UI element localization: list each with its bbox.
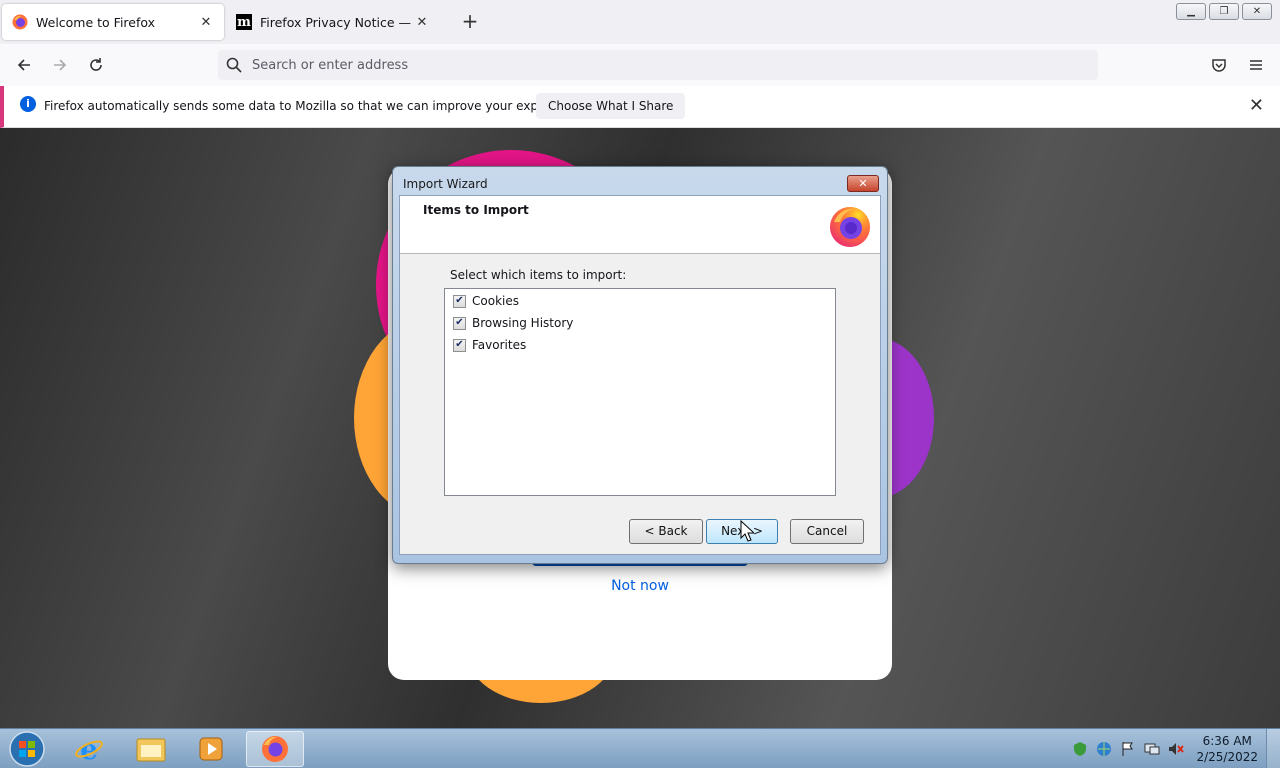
hamburger-menu-icon	[1250, 60, 1262, 70]
not-now-link[interactable]: Not now	[388, 578, 892, 594]
back-arrow-icon	[17, 59, 30, 71]
cancel-wizard-button[interactable]: Cancel	[790, 519, 864, 544]
windows-start-icon[interactable]	[4, 730, 50, 768]
show-desktop-button[interactable]	[1266, 729, 1280, 768]
app-menu-button[interactable]	[1243, 52, 1269, 78]
file-explorer-icon[interactable]	[122, 731, 180, 767]
wizard-header: Items to Import	[400, 196, 880, 254]
back-wizard-button[interactable]: < Back	[629, 519, 703, 544]
wizard-heading: Items to Import	[423, 203, 529, 217]
search-icon	[226, 57, 242, 73]
list-item-favorites[interactable]: ✔ Favorites	[453, 337, 526, 353]
dialog-title: Import Wizard	[403, 177, 488, 191]
internet-explorer-icon[interactable]: e	[60, 731, 118, 767]
list-item-cookies[interactable]: ✔ Cookies	[453, 293, 519, 309]
tab-close-icon[interactable]: ✕	[198, 15, 214, 30]
data-notification-bar: i Firefox automatically sends some data …	[0, 86, 1280, 128]
navigation-toolbar	[0, 44, 1280, 86]
window-controls: ▁ ❐ ✕	[1176, 3, 1272, 20]
tab-privacy-notice[interactable]: m Firefox Privacy Notice — Mozilla ✕	[226, 4, 440, 40]
network-globe-icon[interactable]	[1096, 741, 1112, 757]
tab-close-icon[interactable]: ✕	[414, 15, 430, 30]
dialog-close-button[interactable]: ✕	[847, 175, 879, 192]
notification-message: Firefox automatically sends some data to…	[44, 99, 587, 113]
item-label: Browsing History	[472, 316, 574, 330]
system-tray	[1072, 741, 1184, 757]
minimize-button[interactable]: ▁	[1176, 3, 1206, 20]
mouse-cursor-icon	[740, 520, 754, 542]
import-wizard-dialog: Import Wizard ✕ Items to Import Select w…	[392, 166, 888, 564]
reload-button[interactable]	[83, 52, 109, 78]
dialog-body: Items to Import Select which items to im…	[399, 195, 881, 555]
firefox-icon	[12, 14, 28, 30]
restore-button[interactable]: ❐	[1209, 3, 1239, 20]
info-icon: i	[20, 96, 36, 112]
select-items-prompt: Select which items to import:	[450, 268, 627, 282]
tab-welcome-to-firefox[interactable]: Welcome to Firefox ✕	[2, 4, 224, 40]
address-input[interactable]	[252, 57, 1052, 73]
firefox-logo-icon	[828, 204, 872, 248]
tab-strip: Welcome to Firefox ✕ m Firefox Privacy N…	[0, 0, 1280, 44]
import-items-list: ✔ Cookies ✔ Browsing History ✔ Favorites	[444, 288, 836, 496]
forward-button[interactable]	[47, 52, 73, 78]
new-tab-button[interactable]: +	[458, 10, 482, 34]
choose-what-i-share-button[interactable]: Choose What I Share	[536, 93, 686, 119]
pocket-button[interactable]	[1206, 52, 1232, 78]
checkbox-cookies[interactable]: ✔	[453, 294, 466, 308]
tab-title: Firefox Privacy Notice — Mozilla	[260, 14, 414, 30]
action-center-flag-icon[interactable]	[1120, 741, 1136, 757]
media-player-icon[interactable]	[182, 731, 240, 767]
taskbar-clock[interactable]: 6:36 AM 2/25/2022	[1196, 733, 1258, 765]
close-notification-icon[interactable]: ✕	[1249, 95, 1264, 116]
pocket-icon	[1212, 59, 1226, 72]
clock-time: 6:36 AM	[1202, 734, 1252, 748]
item-label: Cookies	[472, 294, 519, 308]
item-label: Favorites	[472, 338, 527, 352]
security-shield-icon[interactable]	[1072, 741, 1088, 757]
windows-taskbar: e 6:36 AM 2/25/2022	[0, 728, 1280, 768]
firefox-icon[interactable]	[246, 731, 304, 767]
checkbox-favorites[interactable]: ✔	[453, 338, 466, 352]
list-item-browsing-history[interactable]: ✔ Browsing History	[453, 315, 573, 331]
clock-date: 2/25/2022	[1196, 750, 1258, 764]
tab-title: Welcome to Firefox	[36, 14, 156, 30]
back-button[interactable]	[11, 52, 37, 78]
mozilla-m-icon: m	[236, 14, 252, 30]
checkbox-browsing-history[interactable]: ✔	[453, 316, 466, 330]
address-bar[interactable]	[218, 50, 1098, 80]
volume-muted-icon[interactable]	[1168, 741, 1184, 757]
reload-icon	[90, 58, 102, 71]
close-window-button[interactable]: ✕	[1242, 3, 1272, 20]
svg-text:e: e	[80, 734, 98, 764]
forward-arrow-icon	[54, 59, 67, 71]
network-monitor-icon[interactable]	[1144, 741, 1160, 757]
